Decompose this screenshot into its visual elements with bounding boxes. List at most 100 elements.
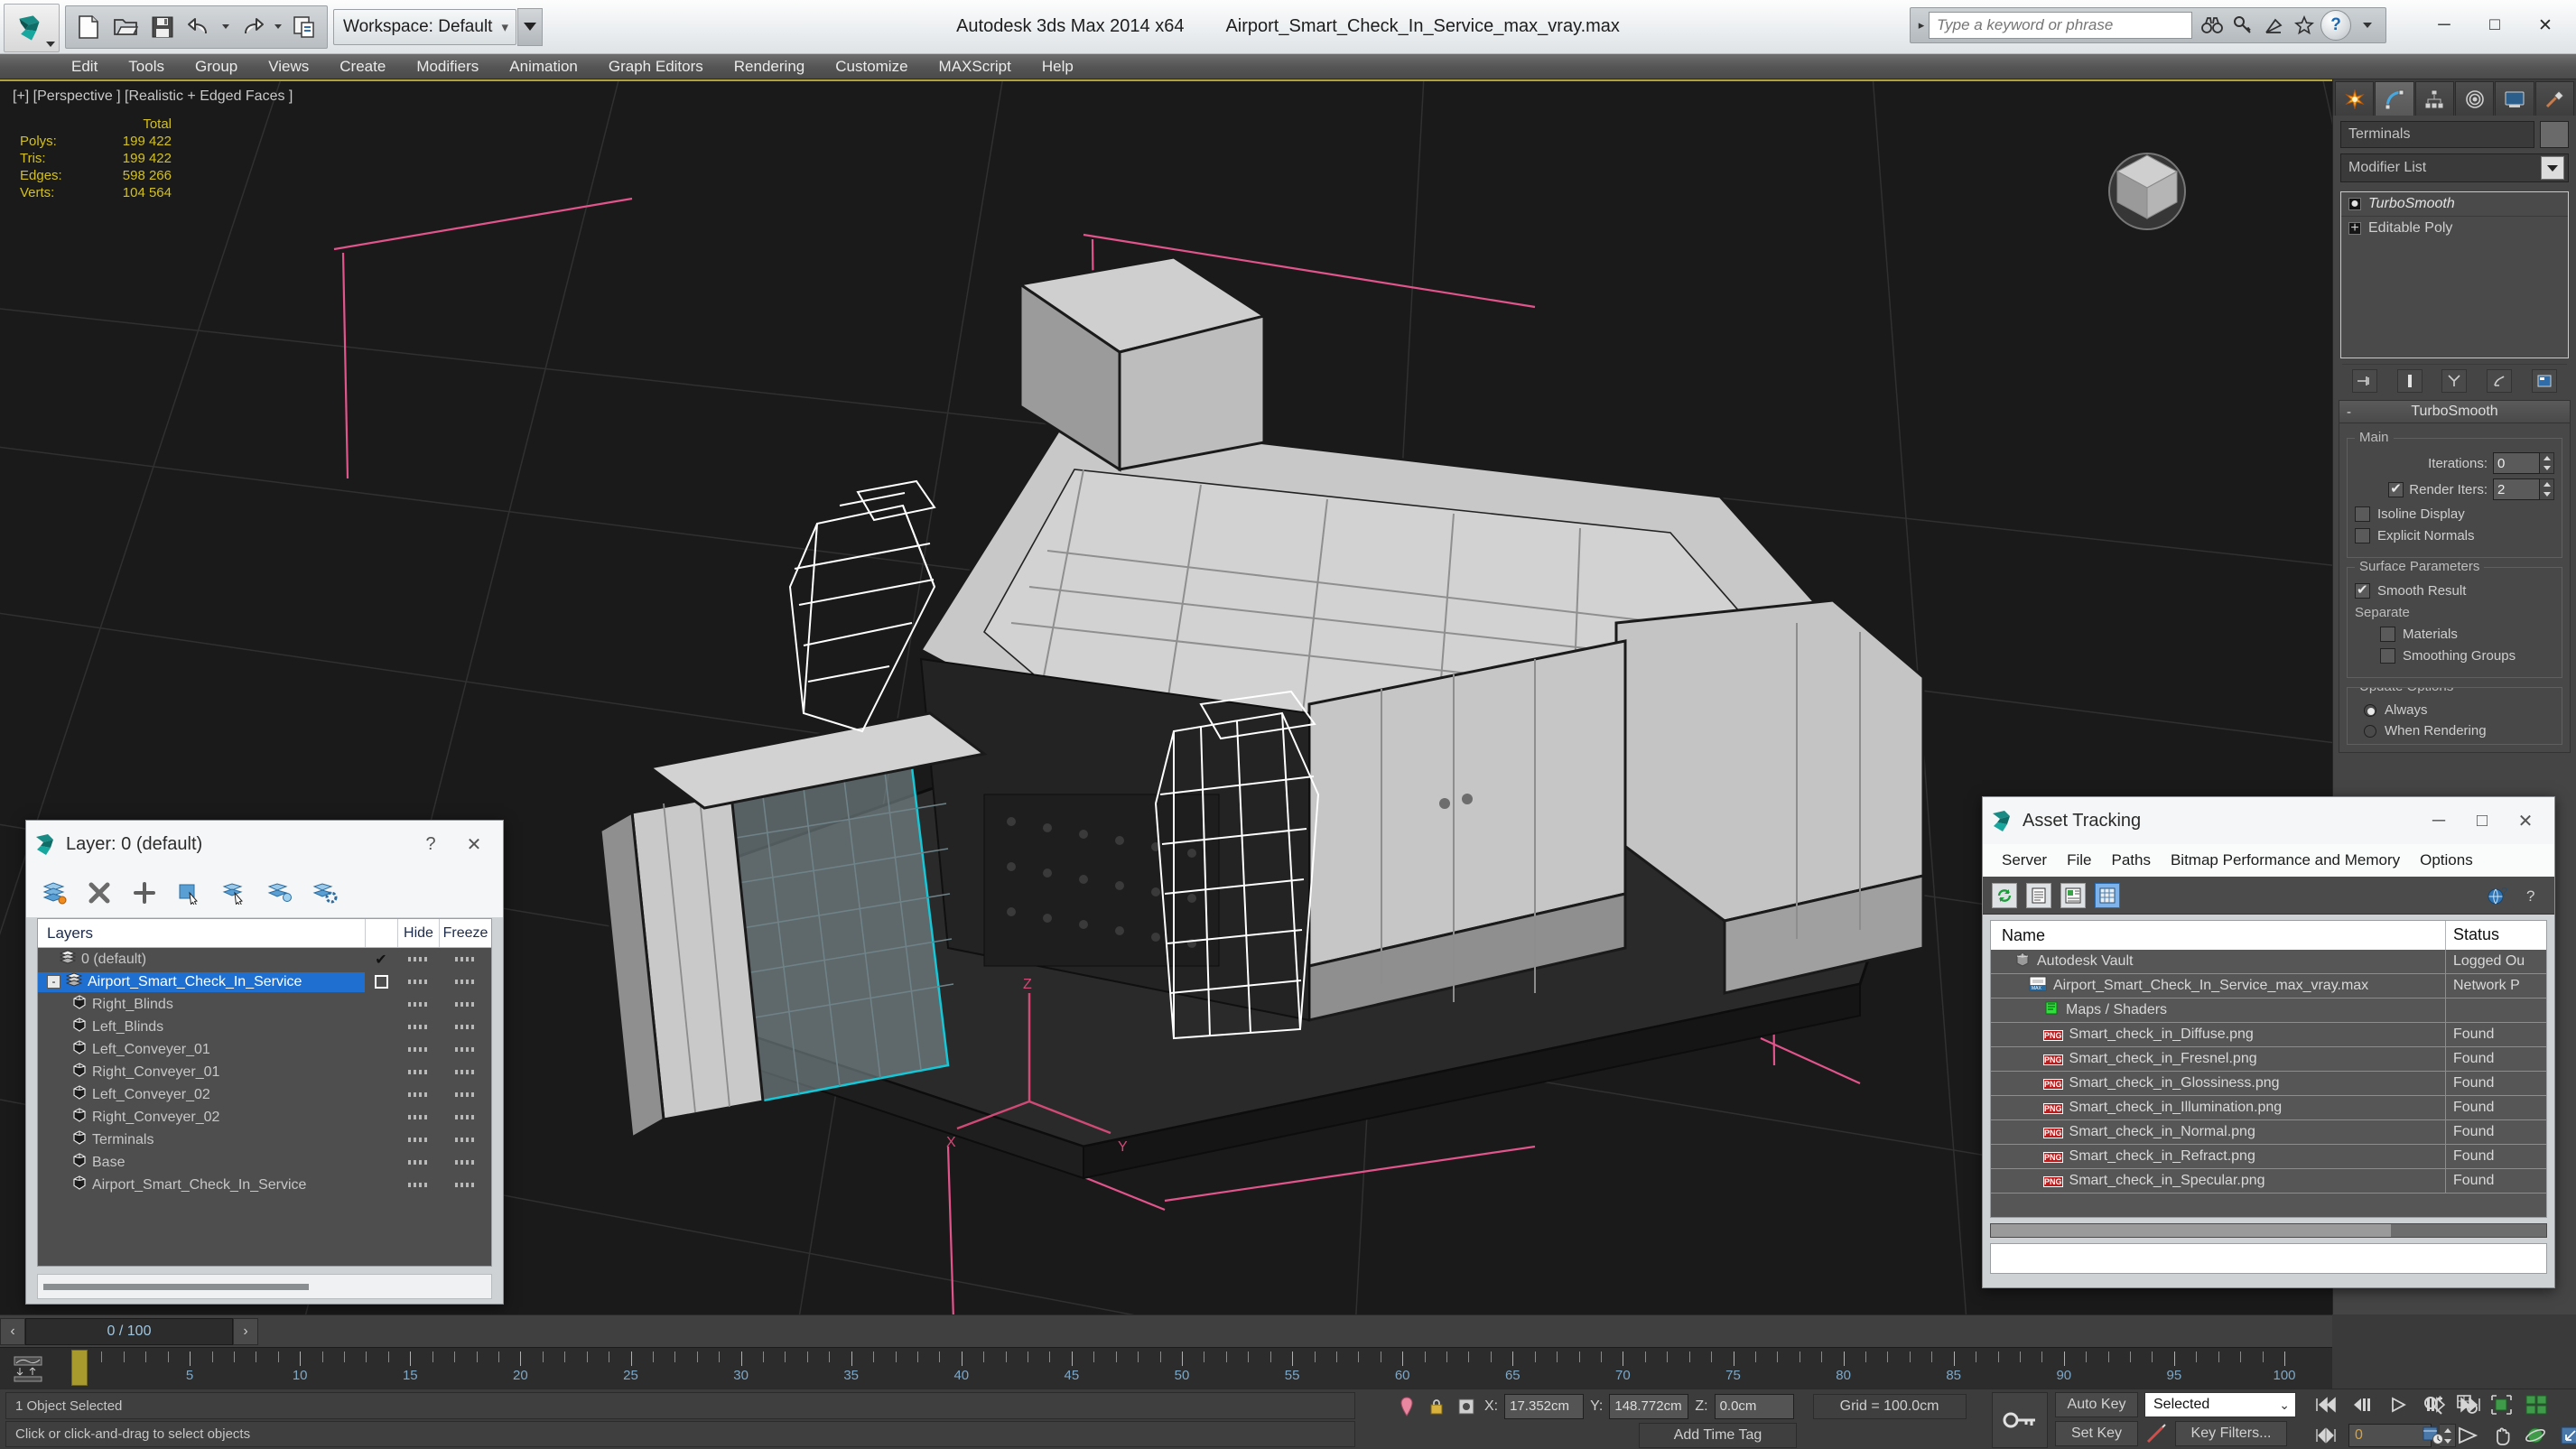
isoline-display-checkbox[interactable]	[2355, 506, 2370, 522]
layer-hide-toggle[interactable]	[397, 1138, 439, 1142]
iterations-spin-buttons[interactable]	[2540, 452, 2554, 474]
layer-settings-icon[interactable]	[312, 879, 339, 906]
selection-lock-icon[interactable]	[1425, 1394, 1448, 1419]
layer-hide-toggle[interactable]	[397, 1002, 439, 1007]
asset-row[interactable]: PNG Smart_check_in_Specular.png Found	[1991, 1169, 2546, 1194]
refresh-icon[interactable]	[1992, 882, 2017, 908]
play-animation-icon[interactable]	[2385, 1393, 2413, 1416]
menu-views[interactable]: Views	[253, 55, 324, 79]
asset-tracking-dialog[interactable]: Asset Tracking ─ □ ✕ Server File Paths Bitm…	[1982, 796, 2555, 1288]
asset-maximize-button[interactable]: □	[2460, 803, 2504, 839]
asset-minimize-button[interactable]: ─	[2417, 803, 2460, 839]
create-new-layer-icon[interactable]	[41, 879, 68, 906]
lightbulb-icon[interactable]: ●	[2348, 197, 2361, 211]
menu-graph-editors[interactable]: Graph Editors	[593, 55, 719, 79]
maximize-viewport-icon[interactable]	[2557, 1424, 2576, 1447]
menu-rendering[interactable]: Rendering	[719, 55, 820, 79]
asset-menu-bitmap-performance-and-memory[interactable]: Bitmap Performance and Memory	[2161, 851, 2410, 869]
search-input[interactable]	[1929, 12, 2192, 39]
layer-row[interactable]: Left_Conveyer_01	[38, 1038, 491, 1061]
iterations-input[interactable]	[2493, 452, 2540, 474]
asset-row[interactable]: PNG Smart_check_in_Normal.png Found	[1991, 1120, 2546, 1145]
zoom-extents-all-icon[interactable]	[2523, 1393, 2550, 1416]
asset-list[interactable]: Name Status Autodesk Vault Logged Ou MAX Ai…	[1990, 920, 2547, 1218]
key-mode-selector[interactable]: Selected ⌄	[2144, 1392, 2296, 1417]
layer-row[interactable]: Left_Conveyer_02	[38, 1083, 491, 1106]
render-iters-spinner[interactable]	[2493, 478, 2554, 500]
binoculars-icon[interactable]	[2198, 10, 2227, 41]
layer-row[interactable]: - Airport_Smart_Check_In_Service	[38, 971, 491, 993]
layer-active-checkbox[interactable]	[365, 975, 397, 989]
layer-row[interactable]: Right_Conveyer_01	[38, 1061, 491, 1083]
layer-hide-toggle[interactable]	[397, 1070, 439, 1074]
asset-menu-options[interactable]: Options	[2410, 851, 2483, 869]
menu-help[interactable]: Help	[1027, 55, 1089, 79]
menu-edit[interactable]: Edit	[56, 55, 113, 79]
z-coordinate-field[interactable]: 0.0cm	[1714, 1394, 1794, 1419]
asset-close-button[interactable]: ✕	[2504, 803, 2547, 839]
new-key-curve-icon[interactable]	[2144, 1422, 2168, 1445]
modifier-stack-item-editablepoly[interactable]: + Editable Poly	[2341, 216, 2568, 239]
menu-tools[interactable]: Tools	[113, 55, 180, 79]
layer-hide-toggle[interactable]	[397, 957, 439, 961]
menu-modifiers[interactable]: Modifiers	[401, 55, 494, 79]
asset-menu-paths[interactable]: Paths	[2101, 851, 2160, 869]
highlight-selected-objects-layers-icon[interactable]	[266, 879, 293, 906]
configure-modifier-sets-icon[interactable]	[2532, 368, 2558, 393]
x-coordinate-field[interactable]: 17.352cm	[1504, 1394, 1585, 1419]
view-cube-icon[interactable]	[2097, 135, 2197, 235]
layer-hide-toggle[interactable]	[397, 1115, 439, 1119]
menu-group[interactable]: Group	[180, 55, 253, 79]
layer-dialog[interactable]: Layer: 0 (default) ? ✕ Layers Hide Freez…	[25, 820, 504, 1305]
make-unique-icon[interactable]	[2441, 368, 2468, 393]
object-color-swatch[interactable]	[2540, 121, 2569, 148]
key-filters-button[interactable]: Key Filters...	[2175, 1421, 2287, 1446]
time-configuration-icon[interactable]	[2420, 1424, 2447, 1447]
explicit-normals-row[interactable]: Explicit Normals	[2355, 528, 2554, 543]
help-icon[interactable]: ?	[2320, 10, 2351, 41]
layer-hide-toggle[interactable]	[397, 1025, 439, 1029]
materials-row[interactable]: Materials	[2380, 627, 2554, 642]
explicit-normals-checkbox[interactable]	[2355, 528, 2370, 543]
search-expand-icon[interactable]: ▸	[1914, 18, 1929, 33]
pin-stack-icon[interactable]	[2351, 368, 2377, 393]
motion-tab[interactable]	[2454, 81, 2495, 116]
layer-freeze-toggle[interactable]	[439, 1183, 491, 1187]
zoom-icon[interactable]	[2420, 1393, 2447, 1416]
next-frame-button[interactable]: ›	[233, 1317, 258, 1345]
layer-hide-toggle[interactable]	[397, 1160, 439, 1165]
list-view-icon[interactable]	[2026, 882, 2051, 908]
layer-freeze-toggle[interactable]	[439, 1115, 491, 1119]
smooth-result-checkbox[interactable]	[2355, 581, 2370, 599]
layer-freeze-toggle[interactable]	[439, 957, 491, 961]
layer-freeze-toggle[interactable]	[439, 1025, 491, 1029]
smooth-result-row[interactable]: Smooth Result	[2355, 581, 2554, 599]
layer-list[interactable]: Layers Hide Freeze 0 (default) ✔ - Airport_…	[37, 918, 492, 1267]
layer-freeze-toggle[interactable]	[439, 1070, 491, 1074]
layer-row[interactable]: Terminals	[38, 1129, 491, 1151]
expand-collapse-icon[interactable]: -	[47, 975, 60, 989]
help-globe-icon[interactable]: ?	[2486, 883, 2511, 908]
key-mode-toggle-icon[interactable]	[2313, 1424, 2340, 1447]
render-iters-checkbox[interactable]	[2388, 480, 2404, 497]
help-dropdown-icon[interactable]	[2353, 10, 2382, 41]
layer-hide-toggle[interactable]	[397, 1183, 439, 1187]
asset-horizontal-scrollbar[interactable]	[1990, 1223, 2547, 1238]
layer-dialog-close-button[interactable]: ✕	[452, 826, 496, 862]
display-tab[interactable]	[2495, 81, 2534, 116]
collapse-icon[interactable]: -	[2347, 404, 2351, 420]
select-objects-in-layer-icon[interactable]	[176, 879, 203, 906]
asset-menu-server[interactable]: Server	[1992, 851, 2057, 869]
chevron-down-icon[interactable]	[2541, 156, 2564, 180]
grid-view-icon[interactable]	[2095, 882, 2120, 908]
zoom-all-icon[interactable]	[2454, 1393, 2481, 1416]
update-when-rendering-row[interactable]: When Rendering	[2364, 723, 2554, 738]
asset-row[interactable]: PNG Smart_check_in_Diffuse.png Found	[1991, 1023, 2546, 1047]
asset-row[interactable]: PNG Smart_check_in_Illumination.png Found	[1991, 1096, 2546, 1120]
frame-display[interactable]: 0 / 100	[25, 1317, 233, 1345]
layer-hide-toggle[interactable]	[397, 980, 439, 984]
zoom-extents-icon[interactable]	[2488, 1393, 2516, 1416]
menu-maxscript[interactable]: MAXScript	[924, 55, 1027, 79]
layer-freeze-toggle[interactable]	[439, 1138, 491, 1142]
asset-row[interactable]: Maps / Shaders	[1991, 999, 2546, 1023]
